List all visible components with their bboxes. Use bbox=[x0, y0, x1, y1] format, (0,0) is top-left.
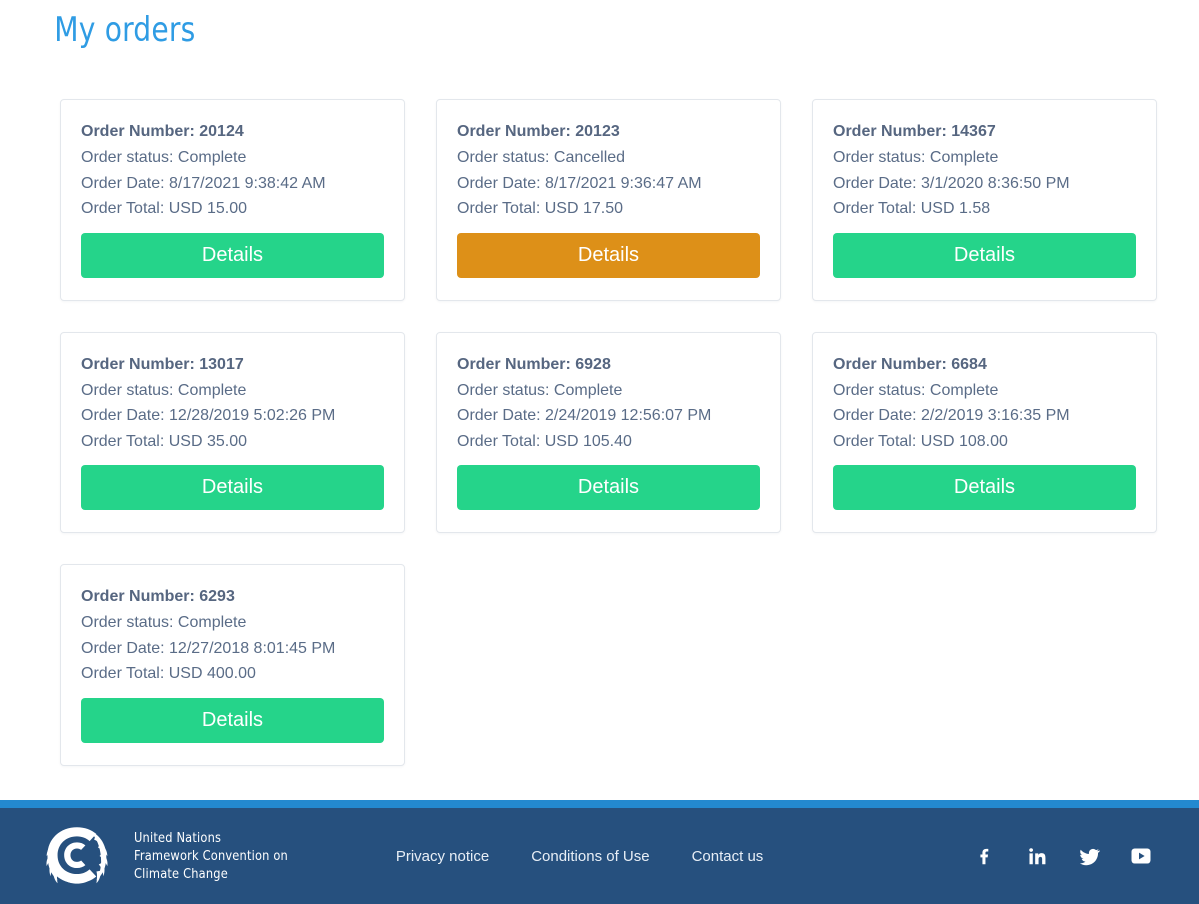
unfccc-logo-icon bbox=[38, 821, 116, 891]
order-total: Order Total: USD 400.00 bbox=[81, 665, 256, 682]
order-status: Order status: Complete bbox=[457, 381, 623, 399]
site-footer: United Nations Framework Convention on C… bbox=[0, 808, 1199, 904]
facebook-icon[interactable] bbox=[972, 843, 998, 869]
order-total: Order Total: USD 105.40 bbox=[457, 432, 632, 450]
order-card: Order Number: 6684 Order status: Complet… bbox=[812, 331, 1157, 533]
details-button[interactable]: Details bbox=[833, 465, 1136, 510]
order-date: Order Date: 2/2/2019 3:16:35 PM bbox=[833, 407, 1070, 424]
page-title: My orders bbox=[54, 10, 196, 50]
order-total: Order Total: USD 108.00 bbox=[833, 432, 1008, 450]
order-card: Order Number: 14367 Order status: Comple… bbox=[812, 99, 1157, 301]
details-button[interactable]: Details bbox=[81, 697, 384, 743]
order-status: Order status: Complete bbox=[833, 381, 999, 399]
details-button[interactable]: Details bbox=[81, 465, 384, 510]
footer-brand: United Nations Framework Convention on C… bbox=[38, 821, 298, 891]
details-button[interactable]: Details bbox=[457, 232, 760, 278]
order-number: Order Number: 13017 bbox=[81, 355, 244, 373]
youtube-icon[interactable] bbox=[1128, 843, 1154, 869]
order-number: Order Number: 6684 bbox=[833, 355, 987, 373]
order-date: Order Date: 2/24/2019 12:56:07 PM bbox=[457, 407, 712, 424]
footer-accent-bar bbox=[0, 800, 1199, 808]
footer-brand-text: United Nations Framework Convention on C… bbox=[134, 829, 288, 883]
brand-line-2: Framework Convention on bbox=[134, 848, 288, 864]
details-button[interactable]: Details bbox=[457, 465, 760, 510]
linkedin-icon[interactable] bbox=[1024, 843, 1050, 869]
order-number: Order Number: 6293 bbox=[81, 588, 235, 605]
details-button[interactable]: Details bbox=[81, 232, 384, 278]
order-number: Order Number: 6928 bbox=[457, 355, 611, 373]
order-card: Order Number: 6928 Order status: Complet… bbox=[436, 331, 781, 533]
brand-line-1: United Nations bbox=[134, 830, 222, 846]
footer-link-privacy-notice[interactable]: Privacy notice bbox=[396, 848, 489, 865]
order-total: Order Total: USD 17.50 bbox=[457, 200, 624, 217]
twitter-icon[interactable] bbox=[1076, 843, 1102, 869]
order-status: Order status: Cancelled bbox=[457, 149, 626, 166]
order-status: Order status: Complete bbox=[81, 149, 247, 166]
order-date: Order Date: 8/17/2021 9:36:47 AM bbox=[457, 174, 702, 192]
order-status: Order status: Complete bbox=[833, 149, 999, 166]
order-card: Order Number: 13017 Order status: Comple… bbox=[60, 331, 405, 533]
orders-grid: Order Number: 20124 Order status: Comple… bbox=[0, 52, 1157, 766]
page-root: My orders Order Number: 20124 Order stat… bbox=[0, 0, 1199, 904]
order-total: Order Total: USD 1.58 bbox=[833, 200, 991, 217]
order-number: Order Number: 20124 bbox=[81, 123, 244, 140]
order-card: Order Number: 6293 Order status: Complet… bbox=[60, 564, 405, 766]
main-content: My orders Order Number: 20124 Order stat… bbox=[0, 0, 1199, 800]
order-total: Order Total: USD 15.00 bbox=[81, 200, 248, 217]
order-number: Order Number: 14367 bbox=[833, 123, 996, 140]
details-button[interactable]: Details bbox=[833, 232, 1136, 278]
order-status: Order status: Complete bbox=[81, 381, 247, 399]
order-card: Order Number: 20123 Order status: Cancel… bbox=[436, 99, 781, 301]
order-date: Order Date: 8/17/2021 9:38:42 AM bbox=[81, 174, 326, 192]
order-date: Order Date: 12/27/2018 8:01:45 PM bbox=[81, 639, 336, 657]
order-number: Order Number: 20123 bbox=[457, 123, 620, 140]
order-card: Order Number: 20124 Order status: Comple… bbox=[60, 99, 405, 301]
order-status: Order status: Complete bbox=[81, 614, 247, 631]
footer-link-contact-us[interactable]: Contact us bbox=[692, 848, 764, 865]
footer-link-conditions-of-use[interactable]: Conditions of Use bbox=[531, 848, 649, 865]
brand-line-3: Climate Change bbox=[134, 866, 228, 882]
footer-links: Privacy notice Conditions of Use Contact… bbox=[396, 848, 764, 865]
footer-social-links bbox=[972, 843, 1164, 869]
order-date: Order Date: 12/28/2019 5:02:26 PM bbox=[81, 407, 336, 424]
order-total: Order Total: USD 35.00 bbox=[81, 432, 248, 450]
order-date: Order Date: 3/1/2020 8:36:50 PM bbox=[833, 174, 1070, 192]
